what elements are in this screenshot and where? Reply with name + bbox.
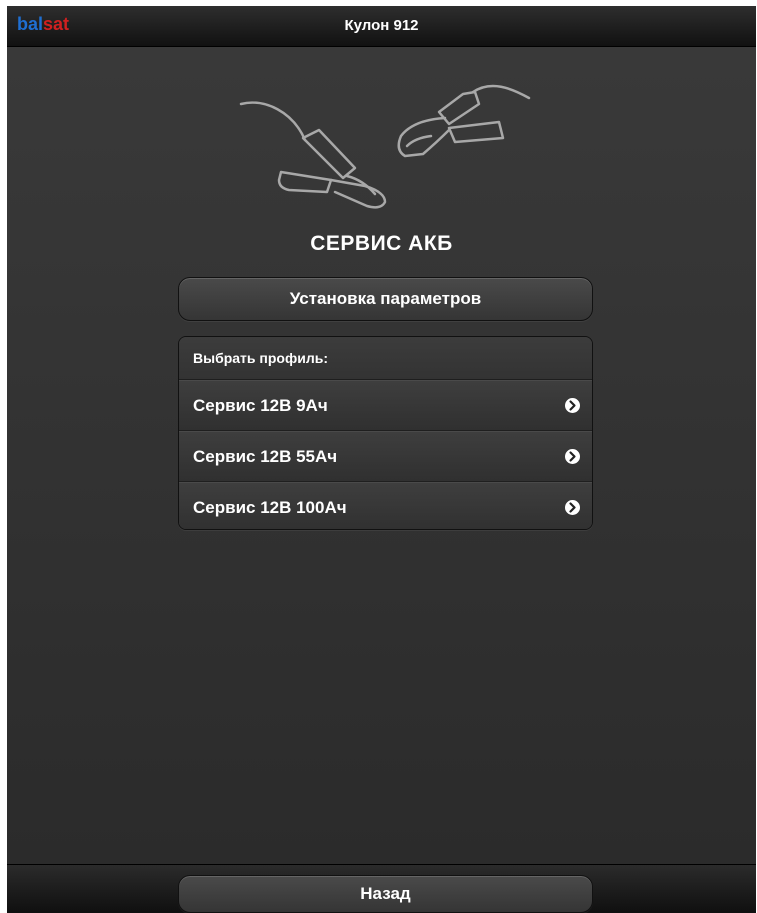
profile-item-label: Сервис 12В 100Ач — [193, 498, 347, 517]
profile-item-label: Сервис 12В 55Ач — [193, 447, 338, 466]
profile-item-label: Сервис 12В 9Ач — [193, 396, 328, 415]
battery-clamps-icon — [239, 84, 531, 209]
chevron-right-icon — [565, 449, 580, 464]
section-heading: СЕРВИС АКБ — [310, 232, 453, 255]
chevron-right-icon — [565, 398, 580, 413]
profile-item-100ah[interactable]: Сервис 12В 100Ач — [179, 482, 592, 529]
profile-list-label: Выбрать профиль: — [179, 337, 592, 380]
top-bar: balsat Кулон 912 — [7, 6, 756, 47]
bottom-bar: Назад — [7, 864, 756, 913]
page-title: Кулон 912 — [344, 17, 419, 34]
profile-list: Выбрать профиль: Сервис 12В 9Ач Сервис 1… — [178, 336, 593, 530]
profile-item-55ah[interactable]: Сервис 12В 55Ач — [179, 431, 592, 482]
chevron-right-icon — [565, 500, 580, 515]
profile-item-9ah[interactable]: Сервис 12В 9Ач — [179, 380, 592, 431]
setup-parameters-button[interactable]: Установка параметров — [178, 277, 593, 321]
app-screen: balsat Кулон 912 СЕРВИС АКБ Установка па… — [7, 6, 756, 913]
back-button[interactable]: Назад — [178, 875, 593, 913]
